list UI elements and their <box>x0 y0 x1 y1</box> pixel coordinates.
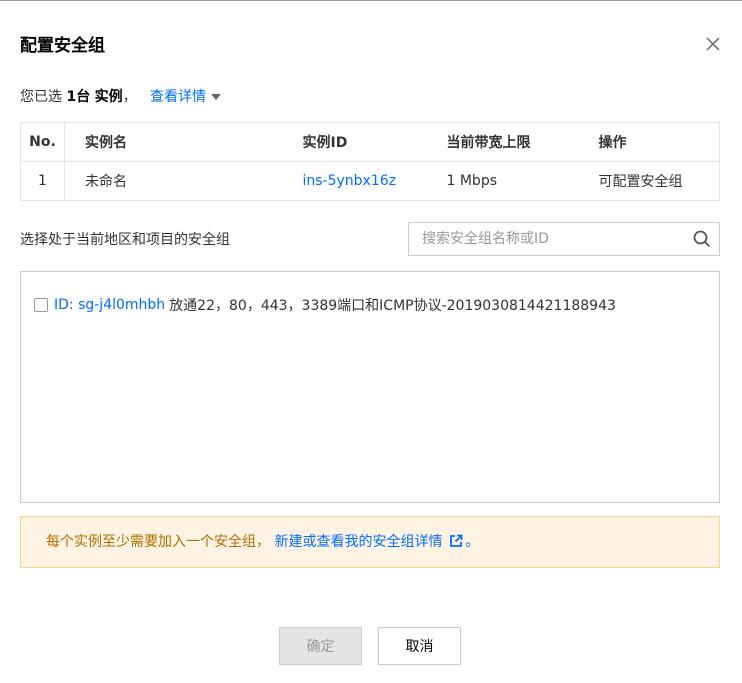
notice-banner: 每个实例至少需要加入一个安全组， 新建或查看我的安全组详情 。 <box>20 516 720 568</box>
notice-end: 。 <box>465 534 480 550</box>
row-no: 1 <box>20 161 65 201</box>
security-group-description: 放通22，80，443，3389端口和ICMP协议-20190308144211… <box>169 298 616 314</box>
table-row: 1 未命名 ins-5ynbx16z 1 Mbps 可配置安全组 <box>20 161 720 201</box>
col-header-name: 实例名 <box>64 122 283 162</box>
selection-summary: 您已选 1台 实例， 查看详情 <box>20 86 222 106</box>
col-header-id: 实例ID <box>282 122 427 162</box>
selection-unit: 实例 <box>94 89 123 105</box>
security-group-dialog: 配置安全组 您已选 1台 实例， 查看详情 No. 实例名 实例ID 当前带宽上… <box>0 0 742 683</box>
row-action: 可配置安全组 <box>578 161 720 201</box>
caret-down-icon[interactable] <box>211 94 222 100</box>
instance-table: No. 实例名 实例ID 当前带宽上限 操作 1 未命名 ins-5ynbx16… <box>20 122 720 201</box>
external-link-icon[interactable] <box>449 534 463 548</box>
close-icon[interactable] <box>702 33 724 55</box>
notice-text: 每个实例至少需要加入一个安全组， <box>46 534 270 550</box>
view-details-link[interactable]: 查看详情 <box>150 89 206 105</box>
instance-table-header: No. 实例名 实例ID 当前带宽上限 操作 <box>20 122 720 162</box>
security-group-details-link[interactable]: 新建或查看我的安全组详情 <box>274 534 442 550</box>
selection-prefix: 您已选 <box>20 89 62 105</box>
security-group-search <box>408 222 720 256</box>
row-instance-name: 未命名 <box>64 161 283 201</box>
col-header-bandwidth: 当前带宽上限 <box>426 122 579 162</box>
security-group-id[interactable]: ID: sg-j4l0mhbh <box>54 297 165 313</box>
list-item[interactable]: ID: sg-j4l0mhbh 放通22，80，443，3389端口和ICMP协… <box>34 295 616 315</box>
cancel-button[interactable]: 取消 <box>378 627 461 665</box>
dialog-title: 配置安全组 <box>20 36 105 56</box>
search-icon[interactable] <box>693 230 711 248</box>
security-group-list: ID: sg-j4l0mhbh 放通22，80，443，3389端口和ICMP协… <box>20 271 720 503</box>
security-group-picker-label: 选择处于当前地区和项目的安全组 <box>20 232 230 248</box>
col-header-no: No. <box>20 122 65 162</box>
col-header-action: 操作 <box>578 122 720 162</box>
confirm-button[interactable]: 确定 <box>279 627 362 665</box>
selection-separator: ， <box>122 89 137 105</box>
security-group-search-input[interactable] <box>409 223 679 255</box>
security-group-checkbox[interactable] <box>34 298 48 312</box>
row-bandwidth: 1 Mbps <box>426 161 579 201</box>
row-instance-id-link[interactable]: ins-5ynbx16z <box>282 161 427 201</box>
selection-count: 1台 <box>66 89 91 105</box>
